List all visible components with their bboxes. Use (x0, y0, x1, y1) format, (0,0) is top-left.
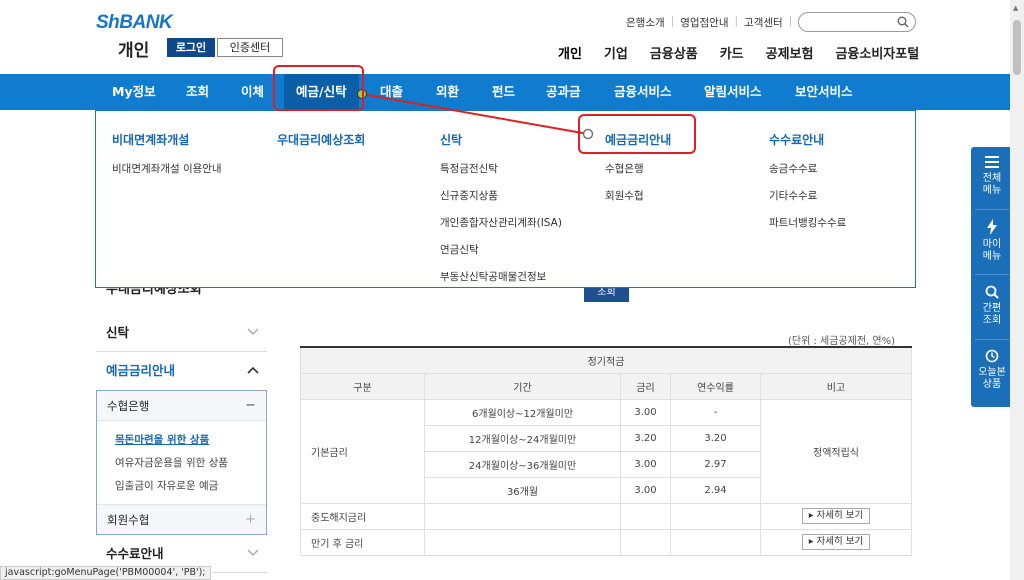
quick-divider (975, 209, 1009, 210)
scroll-up-icon[interactable]: ▲ (1013, 4, 1018, 12)
quick-label: 전체 (982, 173, 1002, 184)
scrollbar-thumb[interactable] (1013, 20, 1021, 75)
browser-status-bar: javascript:goMenuPage('PBM00004', 'PB'); (0, 566, 211, 580)
hamburger-icon (985, 156, 999, 168)
quick-label: 마이 (982, 239, 1002, 250)
quick-label: 메뉴 (982, 251, 1002, 262)
search-icon (985, 285, 999, 299)
quick-label: 오늘본 (978, 367, 1006, 378)
quick-recent-products[interactable]: 오늘본 상품 (971, 349, 1013, 391)
quick-my-menu[interactable]: 마이 메뉴 (971, 219, 1013, 263)
quick-label: 간편 (982, 303, 1002, 314)
quick-label: 상품 (982, 379, 1002, 390)
highlight-box-rate-info (578, 114, 696, 154)
quick-easy-inquiry[interactable]: 간편 조회 (971, 285, 1013, 327)
lightning-icon (987, 219, 997, 235)
quick-divider (975, 274, 1009, 275)
annotation-overlay (357, 89, 594, 140)
page: ShBANK 개인 로그인 인증센터 은행소개 | 영업점안내 | 고객센터 | 개인… (0, 0, 1024, 580)
highlight-box-deposit-trust (273, 65, 364, 111)
quick-divider (975, 339, 1009, 340)
clock-icon (985, 349, 999, 363)
vertical-scrollbar[interactable]: ▲ (1010, 0, 1024, 580)
quick-all-menu[interactable]: 전체 메뉴 (971, 155, 1013, 197)
quick-label: 조회 (982, 315, 1002, 326)
quick-label: 메뉴 (982, 185, 1002, 196)
annotation-arrow-line (361, 93, 589, 135)
quick-menu: 전체 메뉴 마이 메뉴 간편 조회 오늘본 상품 (971, 147, 1013, 407)
